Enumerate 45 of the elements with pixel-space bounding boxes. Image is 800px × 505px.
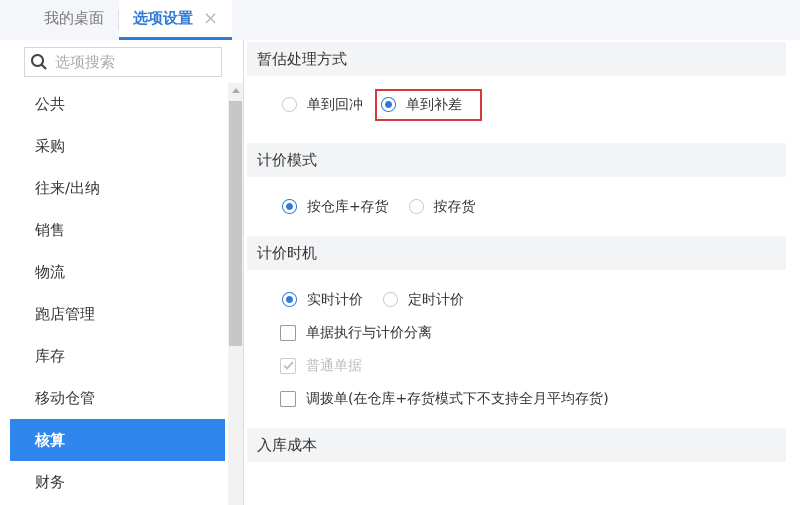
scrollbar-thumb[interactable] xyxy=(229,101,242,346)
option-label: 实时计价 xyxy=(307,290,363,308)
option-label: 单据执行与计价分离 xyxy=(306,324,432,342)
checkbox[interactable] xyxy=(280,324,296,340)
radio-option[interactable]: 实时计价 xyxy=(280,284,373,314)
radio-button[interactable] xyxy=(282,199,297,214)
sidebar-item[interactable]: 核算 xyxy=(10,419,225,461)
search-field[interactable]: 选项搜索 xyxy=(24,47,222,77)
search-icon xyxy=(30,53,48,71)
option-label: 普通单据 xyxy=(306,356,362,374)
sidebar-item[interactable]: 移动仓管 xyxy=(10,377,225,419)
radio-option[interactable]: 按存货 xyxy=(406,192,486,222)
radio-option[interactable]: 按仓库+存货 xyxy=(280,192,399,222)
option-label: 单到回冲 xyxy=(307,96,363,114)
sidebar-item[interactable]: 往来/出纳 xyxy=(10,167,225,209)
sidebar-item[interactable]: 销售 xyxy=(10,209,225,251)
radio-button[interactable] xyxy=(408,199,424,214)
scroll-up-icon[interactable] xyxy=(232,88,240,93)
sidebar-item[interactable]: 物流 xyxy=(10,251,225,293)
option-label: 定时计价 xyxy=(408,290,464,308)
sidebar-item[interactable]: 跑店管理 xyxy=(10,293,225,335)
tab[interactable]: 我的桌面 xyxy=(30,0,118,40)
radio-button[interactable] xyxy=(383,292,398,307)
radio-option[interactable]: 定时计价 xyxy=(381,284,474,314)
scrollbar[interactable] xyxy=(228,83,243,505)
section-header: 计价模式 xyxy=(247,143,786,177)
sidebar-item[interactable]: 财务 xyxy=(10,461,225,503)
radio-button[interactable] xyxy=(381,97,396,112)
radio-button[interactable] xyxy=(282,97,297,112)
option-label: 单到补差 xyxy=(406,96,462,114)
sidebar-item[interactable]: 采购 xyxy=(10,125,225,167)
sidebar-item[interactable]: 公共 xyxy=(10,83,225,125)
option-label: 按仓库+存货 xyxy=(307,198,389,216)
sidebar-item[interactable]: 库存 xyxy=(10,335,225,377)
tab[interactable]: 选项设置 × xyxy=(119,0,232,40)
radio-option[interactable]: 单到回冲 xyxy=(280,90,373,120)
section-header: 入库成本 xyxy=(247,428,786,462)
section-header: 暂估处理方式 xyxy=(247,42,786,76)
check-icon xyxy=(282,361,294,370)
highlighted-radio-option[interactable]: 单到补差 xyxy=(375,88,482,120)
radio-button[interactable] xyxy=(282,292,297,307)
checkbox[interactable] xyxy=(280,390,296,406)
checkbox-option[interactable]: 单据执行与计价分离 xyxy=(280,324,432,342)
section-header: 计价时机 xyxy=(247,236,786,270)
option-label: 按存货 xyxy=(434,198,476,216)
